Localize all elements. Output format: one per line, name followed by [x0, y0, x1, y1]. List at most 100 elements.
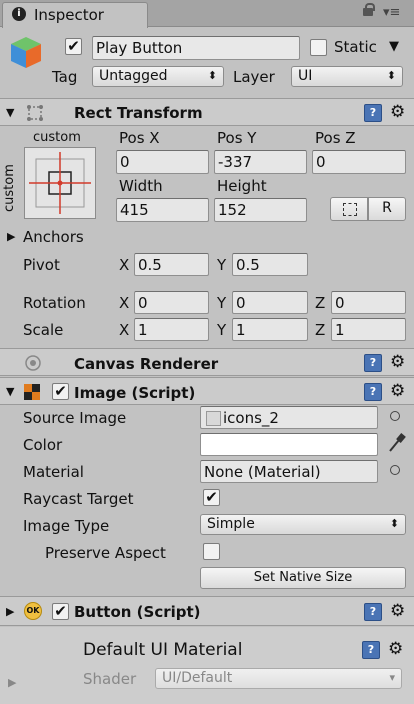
anchors-foldout-arrow-icon[interactable]: ▶: [7, 230, 15, 244]
static-checkbox[interactable]: [310, 39, 327, 56]
inspector-tab[interactable]: i Inspector: [2, 2, 148, 28]
anchor-preset-top-label: custom: [33, 130, 81, 145]
image-type-label: Image Type: [23, 517, 110, 535]
checkmark-icon: ✔: [67, 37, 80, 55]
layer-value: UI: [298, 68, 313, 84]
rotation-label: Rotation: [23, 294, 86, 312]
scale-y-axis: Y: [217, 321, 227, 339]
button-enabled-checkbox[interactable]: ✔: [52, 603, 69, 620]
image-enabled-checkbox[interactable]: ✔: [52, 383, 69, 400]
rotation-x-field[interactable]: 0: [134, 291, 209, 314]
object-picker-icon[interactable]: [390, 465, 400, 475]
height-field[interactable]: 152: [214, 198, 307, 222]
rotation-x-axis: X: [119, 294, 130, 312]
updown-arrow-icon: ⬍: [207, 69, 217, 82]
info-icon: i: [12, 7, 26, 21]
anchors-label[interactable]: Anchors: [23, 230, 84, 245]
preserve-aspect-label: Preserve Aspect: [45, 544, 166, 562]
pos-z-field[interactable]: 0: [312, 150, 406, 174]
width-label: Width: [119, 177, 163, 195]
tag-label: Tag: [52, 68, 78, 86]
height-label: Height: [217, 177, 267, 195]
pivot-y-axis: Y: [217, 256, 227, 274]
image-type-value: Simple: [207, 516, 255, 532]
scale-x-field[interactable]: 1: [134, 318, 209, 341]
eyedropper-icon[interactable]: [386, 432, 406, 454]
help-book-icon[interactable]: ?: [364, 603, 382, 621]
foldout-arrow-icon: ▶: [6, 605, 15, 618]
tag-dropdown[interactable]: Untagged ⬍: [92, 66, 224, 87]
source-image-field[interactable]: icons_2: [200, 406, 378, 429]
pos-x-field[interactable]: 0: [116, 150, 209, 174]
gear-icon[interactable]: ⚙: [390, 353, 405, 371]
rotation-z-field[interactable]: 0: [331, 291, 406, 314]
rotation-y-field[interactable]: 0: [232, 291, 308, 314]
pos-x-label: Pos X: [119, 129, 160, 147]
gameobject-cube-icon: [8, 34, 44, 70]
color-label: Color: [23, 436, 63, 454]
raycast-target-checkbox[interactable]: ✔: [203, 489, 220, 506]
object-picker-icon[interactable]: [390, 411, 400, 421]
gear-icon[interactable]: ⚙: [390, 103, 405, 121]
width-field[interactable]: 415: [116, 198, 209, 222]
anchor-preset-side-label: custom: [2, 164, 17, 212]
material-foldout-arrow-icon[interactable]: ▶: [8, 676, 16, 690]
set-native-size-button[interactable]: Set Native Size: [200, 567, 406, 589]
pivot-label: Pivot: [23, 256, 60, 274]
pivot-y-field[interactable]: 0.5: [232, 253, 308, 276]
button-script-title: Button (Script): [74, 603, 201, 621]
dropdown-arrow-icon: ▾: [389, 671, 395, 684]
updown-arrow-icon: ⬍: [386, 69, 396, 82]
scale-z-field[interactable]: 1: [331, 318, 406, 341]
gear-icon[interactable]: ⚙: [390, 602, 405, 620]
static-dropdown-arrow[interactable]: ▼: [389, 40, 399, 53]
button-component-icon: OK: [24, 602, 42, 620]
static-label: Static: [334, 38, 377, 56]
scale-label: Scale: [23, 321, 64, 339]
active-checkbox[interactable]: ✔: [65, 38, 82, 55]
raycast-target-label: Raycast Target: [23, 490, 134, 508]
rotation-y-axis: Y: [217, 294, 227, 312]
color-field[interactable]: [200, 433, 378, 456]
help-book-icon[interactable]: ?: [364, 104, 382, 122]
help-book-icon[interactable]: ?: [364, 354, 382, 372]
material-field[interactable]: None (Material): [200, 460, 378, 483]
gear-icon[interactable]: ⚙: [390, 382, 405, 400]
pos-y-field[interactable]: -337: [214, 150, 307, 174]
updown-arrow-icon: ⬍: [389, 517, 399, 530]
layer-label: Layer: [233, 68, 275, 86]
shader-dropdown[interactable]: UI/Default ▾: [155, 668, 402, 689]
scale-y-field[interactable]: 1: [232, 318, 308, 341]
foldout-arrow-icon: ▼: [6, 106, 15, 119]
rect-transform-header[interactable]: ▼ Rect Transform ? ⚙: [0, 98, 414, 126]
layer-dropdown[interactable]: UI ⬍: [291, 66, 403, 87]
image-type-dropdown[interactable]: Simple ⬍: [200, 514, 406, 535]
rect-transform-icon: [24, 103, 46, 123]
shader-value: UI/Default: [162, 670, 233, 686]
rect-transform-title: Rect Transform: [74, 104, 203, 122]
image-script-header[interactable]: ▼ ✔ Image (Script) ? ⚙: [0, 377, 414, 405]
preserve-aspect-checkbox[interactable]: [203, 543, 220, 560]
source-image-label: Source Image: [23, 409, 127, 427]
anchor-preset-button[interactable]: [24, 147, 96, 219]
rotation-z-axis: Z: [315, 294, 326, 312]
pivot-x-field[interactable]: 0.5: [134, 253, 209, 276]
help-book-icon[interactable]: ?: [362, 641, 380, 659]
scale-x-axis: X: [119, 321, 130, 339]
pivot-x-axis: X: [119, 256, 130, 274]
blueprint-mode-button[interactable]: [330, 197, 368, 221]
canvas-renderer-header[interactable]: Canvas Renderer ? ⚙: [0, 348, 414, 376]
checkmark-icon: ✔: [54, 382, 67, 400]
material-section: [0, 627, 414, 704]
object-name-field[interactable]: Play Button: [92, 36, 300, 60]
canvas-renderer-title: Canvas Renderer: [74, 355, 219, 373]
raw-edit-button[interactable]: R: [368, 197, 406, 221]
material-title: Default UI Material: [83, 640, 243, 660]
button-script-header[interactable]: ▶ OK ✔ Button (Script) ? ⚙: [0, 596, 414, 626]
foldout-arrow-icon: ▼: [6, 385, 15, 398]
gear-icon[interactable]: ⚙: [388, 640, 403, 658]
checkmark-icon: ✔: [205, 488, 218, 506]
tab-menu-icon[interactable]: ▾≡: [383, 6, 400, 19]
help-book-icon[interactable]: ?: [364, 383, 382, 401]
scale-z-axis: Z: [315, 321, 326, 339]
